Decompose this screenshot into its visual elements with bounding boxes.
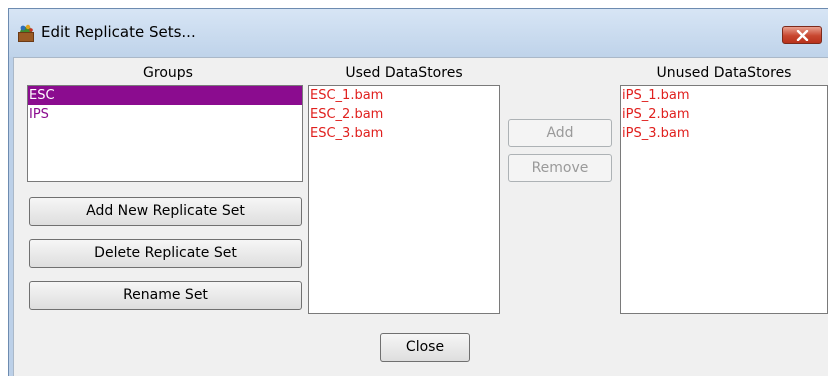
rename-set-label: Rename Set: [123, 287, 208, 303]
delete-replicate-set-label: Delete Replicate Set: [94, 245, 237, 261]
dialog-content: Groups ESC IPS Add New Replicate Set Del…: [13, 57, 828, 376]
group-item-ips[interactable]: IPS: [28, 105, 302, 124]
groups-label: Groups: [143, 65, 193, 81]
unused-datastore-item[interactable]: iPS_1.bam: [621, 86, 827, 105]
app-icon: [18, 24, 34, 42]
unused-datastore-item[interactable]: iPS_2.bam: [621, 105, 827, 124]
close-x-icon: [796, 30, 809, 41]
used-datastore-item[interactable]: ESC_1.bam: [309, 86, 499, 105]
add-button[interactable]: Add: [508, 119, 612, 147]
delete-replicate-set-button[interactable]: Delete Replicate Set: [29, 239, 302, 268]
window-close-button[interactable]: [782, 26, 822, 44]
unused-datastores-list[interactable]: iPS_1.bam iPS_2.bam iPS_3.bam: [620, 85, 828, 314]
add-label: Add: [546, 125, 574, 141]
window-title: Edit Replicate Sets...: [41, 23, 196, 41]
groups-list[interactable]: ESC IPS: [27, 85, 303, 182]
remove-label: Remove: [531, 160, 589, 176]
unused-datastore-item[interactable]: iPS_3.bam: [621, 124, 827, 143]
used-datastores-label: Used DataStores: [345, 65, 463, 81]
unused-datastores-label: Unused DataStores: [656, 65, 792, 81]
add-new-replicate-set-button[interactable]: Add New Replicate Set: [29, 197, 302, 226]
rename-set-button[interactable]: Rename Set: [29, 281, 302, 310]
remove-button[interactable]: Remove: [508, 154, 612, 182]
used-datastore-item[interactable]: ESC_2.bam: [309, 105, 499, 124]
close-label: Close: [405, 339, 445, 355]
title-bar[interactable]: Edit Replicate Sets...: [9, 9, 828, 57]
close-button[interactable]: Close: [380, 333, 470, 362]
group-item-esc[interactable]: ESC: [28, 86, 302, 105]
edit-replicate-sets-window: Edit Replicate Sets... Groups ESC IPS Ad…: [8, 8, 828, 376]
add-new-replicate-set-label: Add New Replicate Set: [86, 203, 245, 219]
used-datastores-list[interactable]: ESC_1.bam ESC_2.bam ESC_3.bam: [308, 85, 500, 314]
used-datastore-item[interactable]: ESC_3.bam: [309, 124, 499, 143]
